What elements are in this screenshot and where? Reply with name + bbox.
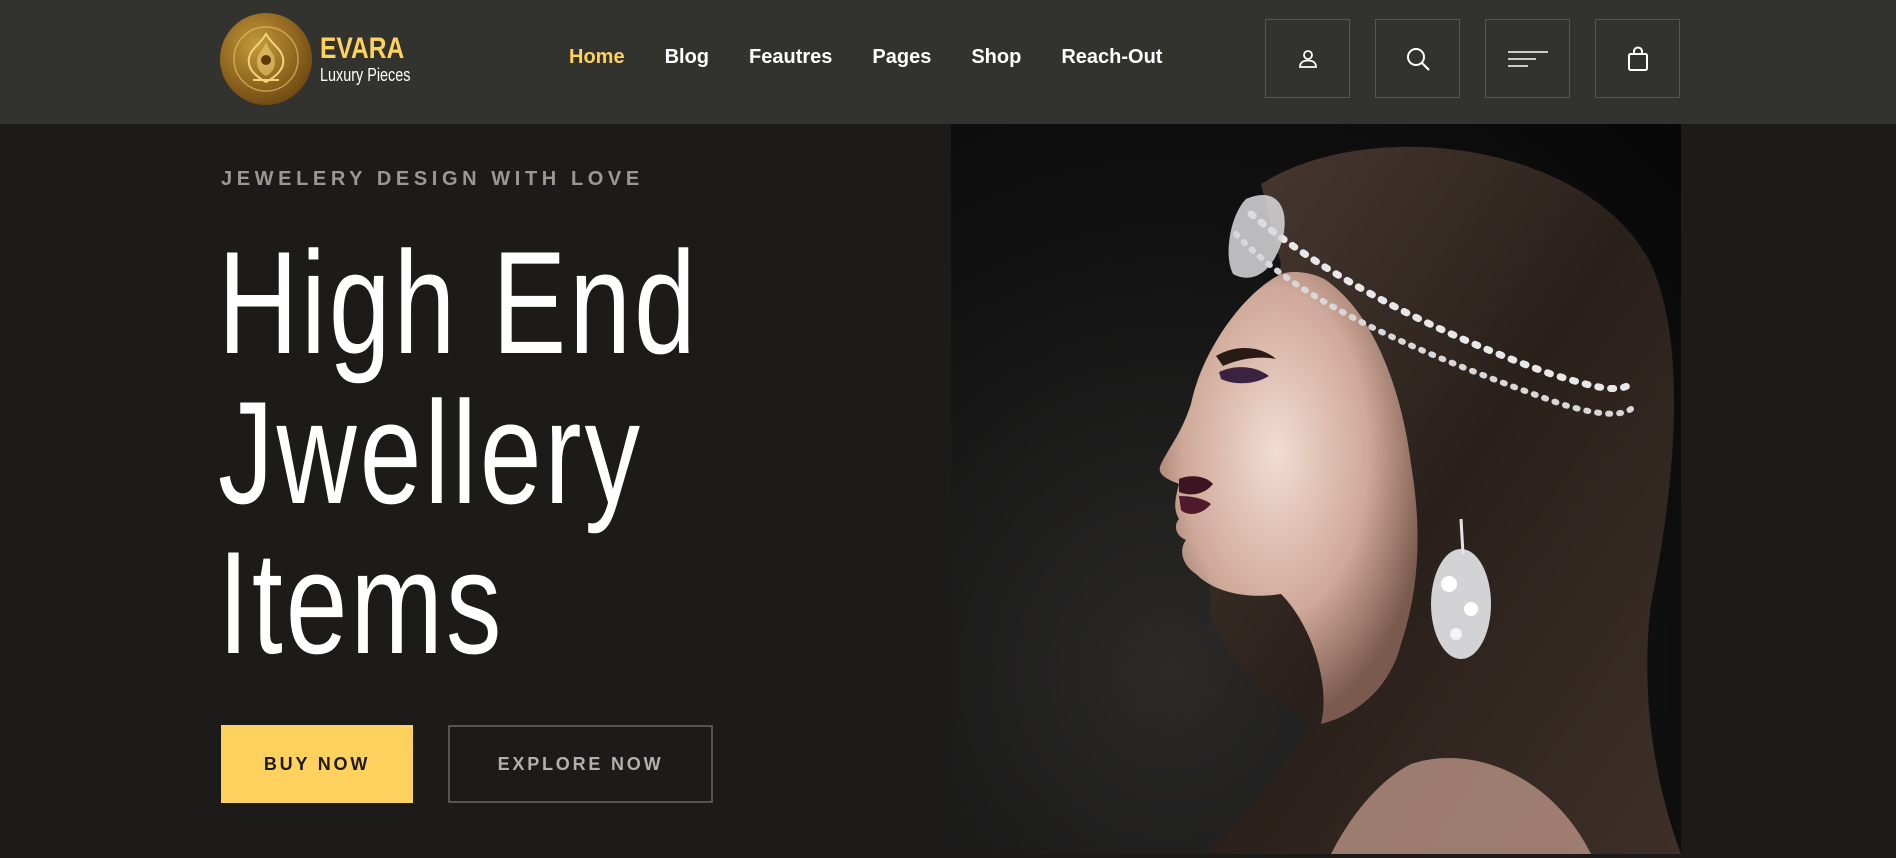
headline-line-3: Items — [218, 521, 505, 684]
nav-item-home[interactable]: Home — [569, 46, 625, 69]
user-icon — [1298, 49, 1317, 68]
shopping-bag-icon — [1627, 45, 1648, 71]
brand-tagline: Luxury Pieces — [320, 64, 411, 85]
nav-item-features[interactable]: Feautres — [749, 46, 832, 69]
logo-emblem-icon — [220, 13, 312, 105]
nav-item-blog[interactable]: Blog — [665, 46, 709, 69]
buy-now-button[interactable]: BUY NOW — [221, 725, 413, 803]
hero-subtitle: JEWELERY DESIGN WITH LOVE — [221, 168, 644, 190]
main-nav: Home Blog Feautres Pages Shop Reach-Out — [569, 46, 1202, 69]
search-icon — [1406, 47, 1430, 71]
brand-name: EVARA — [320, 31, 405, 65]
menu-button[interactable] — [1485, 19, 1570, 98]
site-header: EVARA Luxury Pieces Home Blog Feautres P… — [0, 0, 1896, 124]
headline-line-2: Jwellery — [218, 371, 644, 534]
explore-now-button[interactable]: EXPLORE NOW — [448, 725, 713, 803]
menu-icon — [1507, 50, 1548, 67]
account-button[interactable] — [1265, 19, 1350, 98]
cart-button[interactable] — [1595, 19, 1680, 98]
hero-headline: High End Jwellery Items — [218, 228, 699, 678]
headline-line-1: High End — [218, 221, 699, 384]
nav-item-shop[interactable]: Shop — [971, 46, 1021, 69]
hero-model-image — [951, 124, 1681, 854]
nav-item-pages[interactable]: Pages — [872, 46, 931, 69]
search-button[interactable] — [1375, 19, 1460, 98]
logo[interactable]: EVARA Luxury Pieces — [220, 13, 433, 105]
nav-item-reach-out[interactable]: Reach-Out — [1061, 46, 1162, 69]
